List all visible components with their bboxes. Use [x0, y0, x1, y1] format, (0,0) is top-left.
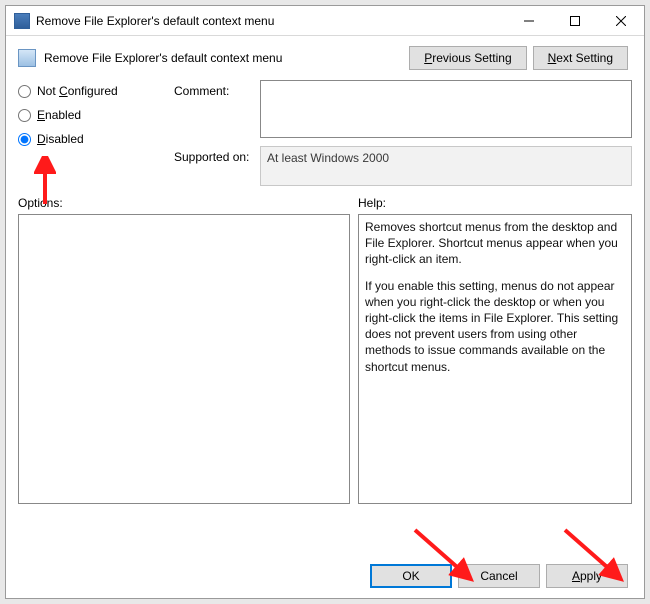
- help-paragraph: Removes shortcut menus from the desktop …: [365, 219, 625, 268]
- previous-setting-button[interactable]: Previous Setting: [409, 46, 526, 70]
- policy-dialog: Remove File Explorer's default context m…: [5, 5, 645, 599]
- titlebar: Remove File Explorer's default context m…: [6, 6, 644, 36]
- radio-disabled-input[interactable]: [18, 133, 31, 146]
- help-label: Help:: [358, 196, 386, 210]
- apply-button[interactable]: Apply: [546, 564, 628, 588]
- supported-on-label: Supported on:: [174, 146, 254, 186]
- app-icon: [14, 13, 30, 29]
- help-paragraph: If you enable this setting, menus do not…: [365, 278, 625, 375]
- options-label: Options:: [18, 196, 358, 210]
- close-button[interactable]: [598, 6, 644, 36]
- options-pane[interactable]: [18, 214, 350, 504]
- radio-enabled-input[interactable]: [18, 109, 31, 122]
- comment-label: Comment:: [174, 80, 254, 138]
- radio-not-configured-input[interactable]: [18, 85, 31, 98]
- radio-disabled-label: Disabled: [37, 132, 84, 146]
- minimize-button[interactable]: [506, 6, 552, 36]
- supported-on-value: At least Windows 2000: [260, 146, 632, 186]
- cancel-button[interactable]: Cancel: [458, 564, 540, 588]
- state-radiogroup: Not Configured Enabled Disabled: [18, 80, 168, 186]
- radio-enabled-label: Enabled: [37, 108, 81, 122]
- policy-icon: [18, 49, 36, 67]
- policy-title: Remove File Explorer's default context m…: [44, 51, 403, 65]
- radio-enabled[interactable]: Enabled: [18, 108, 168, 122]
- radio-not-configured-label: Not Configured: [37, 84, 118, 98]
- help-pane[interactable]: Removes shortcut menus from the desktop …: [358, 214, 632, 504]
- ok-button[interactable]: OK: [370, 564, 452, 588]
- maximize-button[interactable]: [552, 6, 598, 36]
- comment-field[interactable]: [260, 80, 632, 138]
- radio-not-configured[interactable]: Not Configured: [18, 84, 168, 98]
- window-title: Remove File Explorer's default context m…: [36, 14, 506, 28]
- next-setting-button[interactable]: Next Setting: [533, 46, 628, 70]
- radio-disabled[interactable]: Disabled: [18, 132, 168, 146]
